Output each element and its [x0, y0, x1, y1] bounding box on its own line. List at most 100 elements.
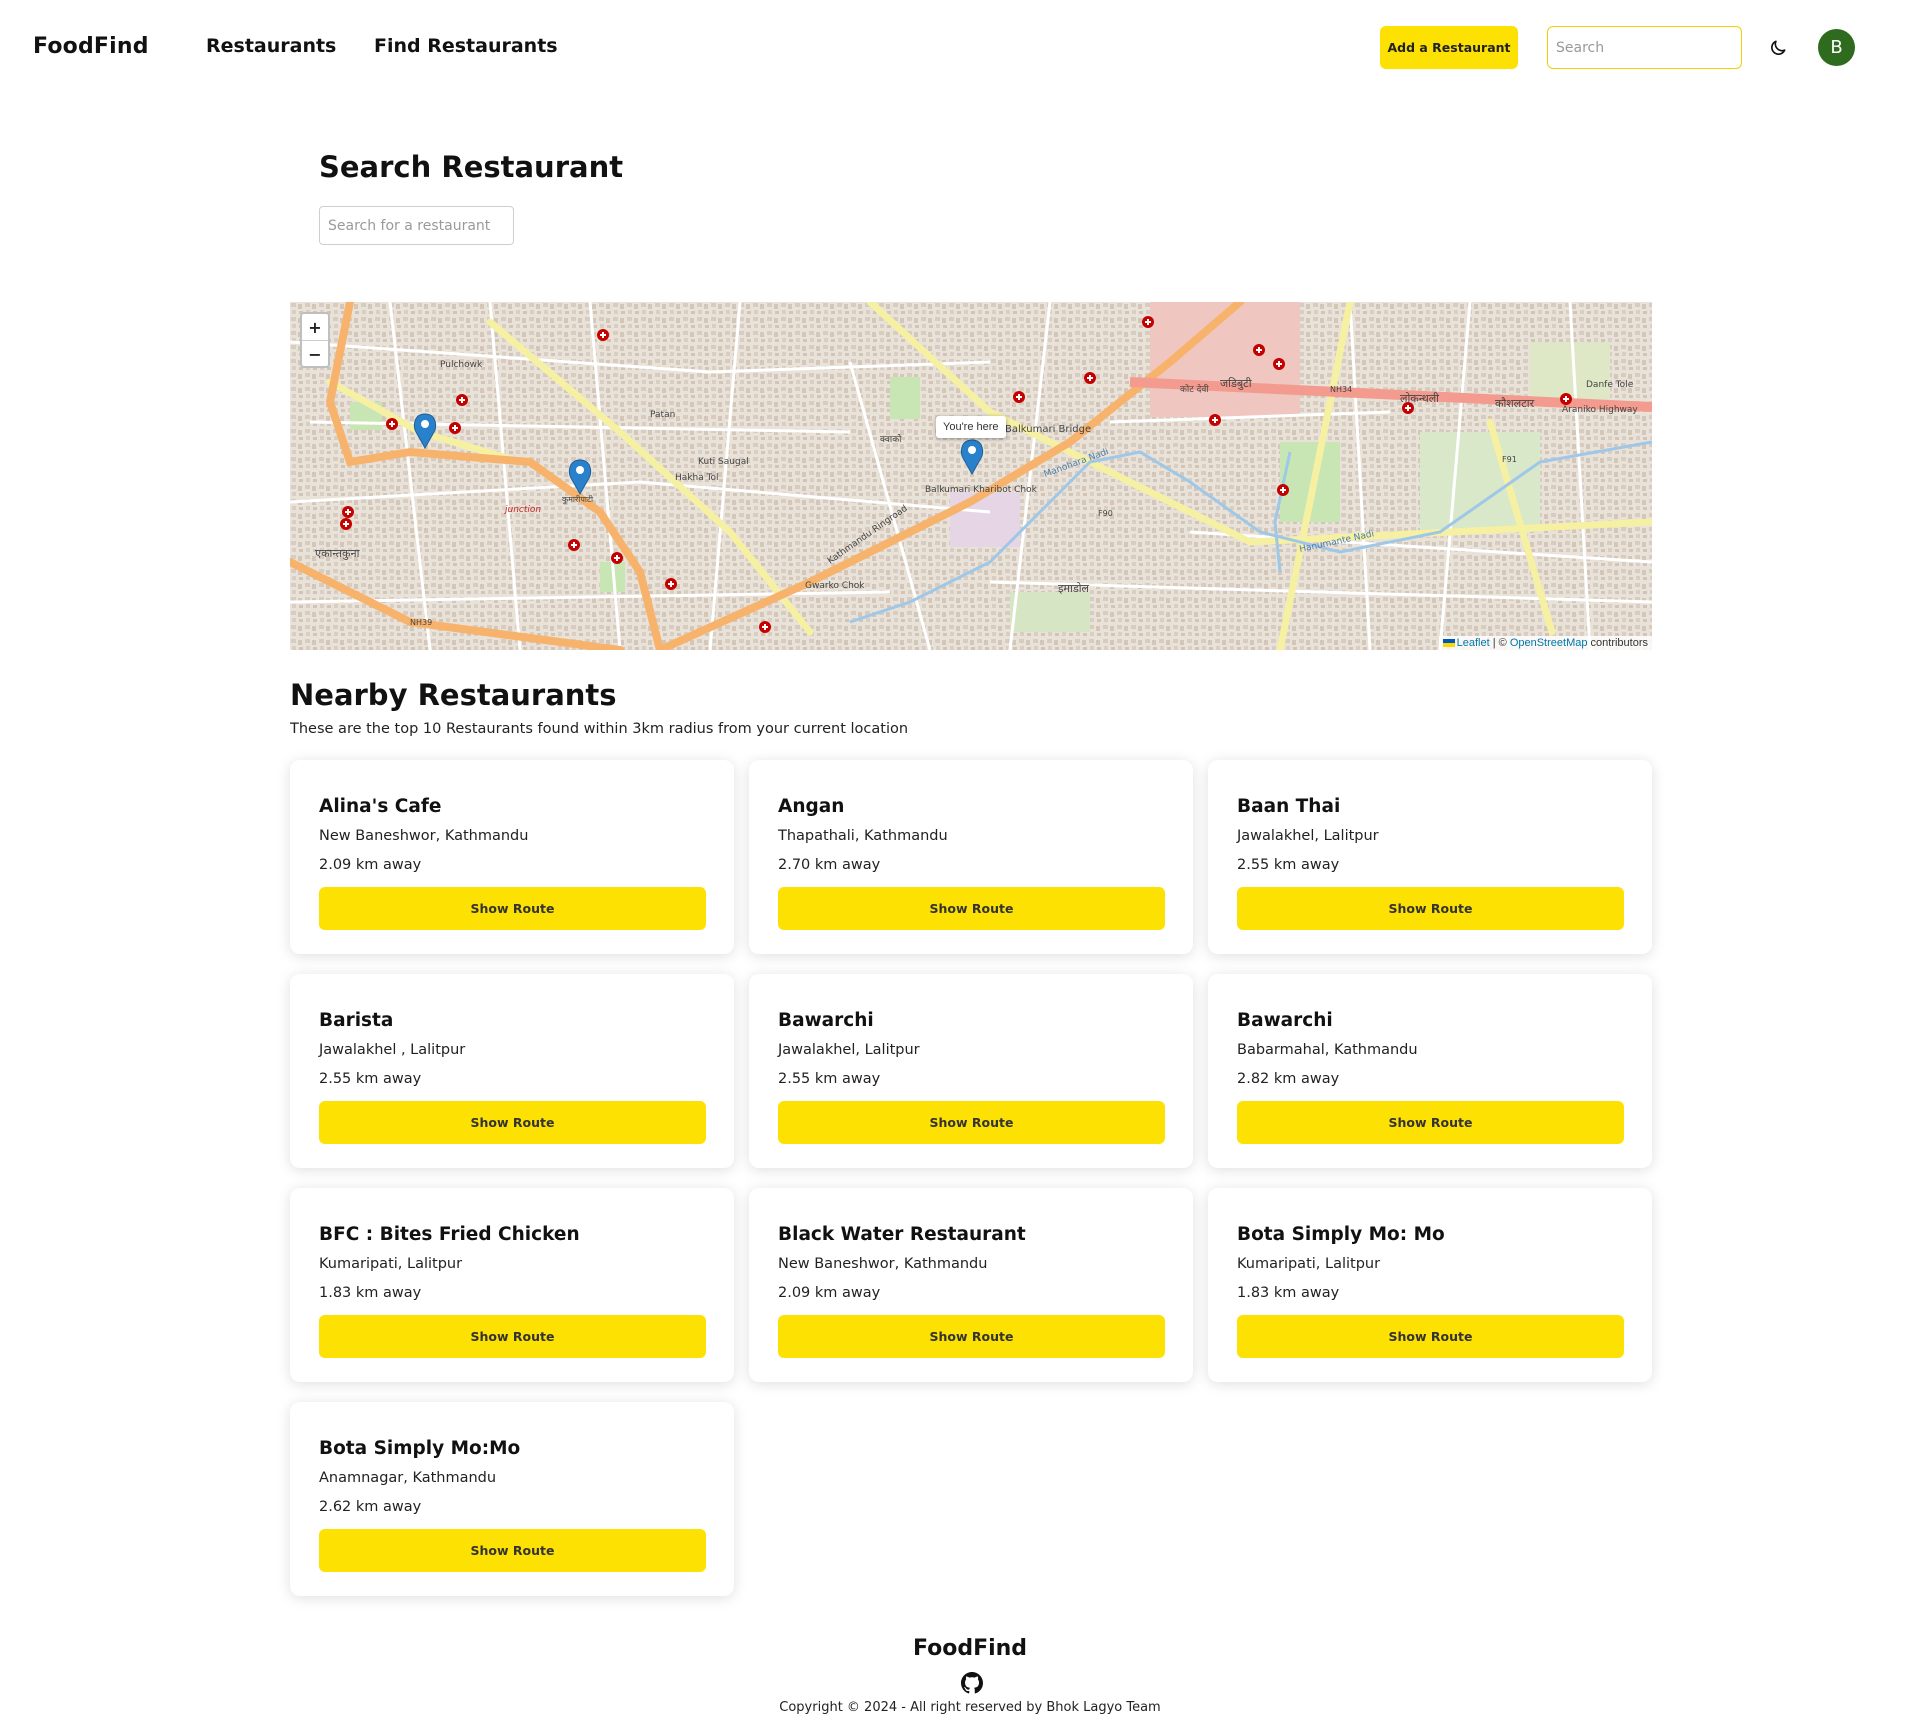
restaurant-name: Baan Thai [1237, 796, 1341, 817]
restaurant-distance: 2.55 km away [778, 1071, 881, 1087]
show-route-button[interactable]: Show Route [778, 1101, 1165, 1144]
restaurant-distance: 2.70 km away [778, 857, 881, 873]
map-label: कुमारीपाटी [562, 494, 594, 505]
map-label: Balkumari Bridge [1005, 424, 1091, 435]
restaurant-distance: 2.62 km away [319, 1499, 422, 1515]
restaurant-address: New Baneshwor, Kathmandu [319, 828, 529, 844]
nav-link-find-restaurants[interactable]: Find Restaurants [374, 35, 558, 57]
restaurant-card: Bawarchi Babarmahal, Kathmandu 2.82 km a… [1208, 974, 1652, 1168]
show-route-button[interactable]: Show Route [778, 887, 1165, 930]
restaurant-card: Barista Jawalakhel , Lalitpur 2.55 km aw… [290, 974, 734, 1168]
map-label: F91 [1502, 455, 1517, 464]
map-label: Kuti Saugal [698, 457, 749, 467]
show-route-button[interactable]: Show Route [1237, 1315, 1624, 1358]
map-label: Danfe Tole [1586, 380, 1634, 390]
map-attribution: Leaflet | © OpenStreetMap contributors [1438, 636, 1652, 650]
restaurant-card: Bawarchi Jawalakhel, Lalitpur 2.55 km aw… [749, 974, 1193, 1168]
map-label: NH39 [410, 618, 432, 627]
restaurant-distance: 1.83 km away [319, 1285, 422, 1301]
map-label: कोट देवी [1180, 383, 1209, 395]
restaurant-name: Angan [778, 796, 845, 817]
avatar[interactable]: B [1818, 29, 1855, 66]
show-route-button[interactable]: Show Route [319, 1529, 706, 1572]
attribution-separator: | © [1489, 637, 1510, 649]
restaurant-card: Black Water Restaurant New Baneshwor, Ka… [749, 1188, 1193, 1382]
map-tiles: Pulchowk Patan Kuti Saugal Hakha Tol Gwa… [290, 302, 1652, 650]
nearby-title: Nearby Restaurants [290, 678, 617, 712]
nearby-subtitle: These are the top 10 Restaurants found w… [290, 721, 909, 737]
restaurant-search-input[interactable] [319, 206, 514, 245]
restaurant-name: Barista [319, 1010, 394, 1031]
map-label: F90 [1098, 509, 1113, 518]
zoom-in-button[interactable]: + [302, 314, 328, 341]
osm-link[interactable]: OpenStreetMap [1510, 637, 1588, 649]
restaurant-distance: 1.83 km away [1237, 1285, 1340, 1301]
map-label: Balkumari Kharibot Chok [925, 485, 1038, 495]
restaurant-address: Kumaripati, Lalitpur [319, 1256, 463, 1272]
map-label: कौशलटार [1495, 397, 1535, 410]
map[interactable]: Pulchowk Patan Kuti Saugal Hakha Tol Gwa… [290, 302, 1652, 650]
map-label: NH34 [1330, 385, 1352, 394]
footer-brand: FoodFind [912, 1636, 1028, 1661]
add-restaurant-button[interactable]: Add a Restaurant [1380, 26, 1518, 69]
restaurant-card: Bota Simply Mo: Mo Kumaripati, Lalitpur … [1208, 1188, 1652, 1382]
restaurant-card: Angan Thapathali, Kathmandu 2.70 km away… [749, 760, 1193, 954]
show-route-button[interactable]: Show Route [319, 887, 706, 930]
attribution-suffix: contributors [1587, 637, 1648, 649]
map-label: जडिबुटी [1220, 377, 1252, 390]
map-label: Hakha Tol [675, 473, 719, 483]
restaurant-name: BFC : Bites Fried Chicken [319, 1224, 580, 1245]
show-route-button[interactable]: Show Route [319, 1315, 706, 1358]
restaurant-name: Alina's Cafe [319, 796, 442, 817]
search-restaurant-title: Search Restaurant [319, 150, 624, 184]
location-popup: You're here [936, 416, 1006, 438]
nav-link-restaurants[interactable]: Restaurants [206, 35, 336, 57]
show-route-button[interactable]: Show Route [778, 1315, 1165, 1358]
map-label: इमाडोल [1058, 582, 1090, 595]
show-route-button[interactable]: Show Route [1237, 1101, 1624, 1144]
zoom-out-button[interactable]: − [302, 341, 328, 367]
restaurant-address: Anamnagar, Kathmandu [319, 1470, 497, 1486]
restaurant-name: Bota Simply Mo: Mo [1237, 1224, 1445, 1245]
restaurant-name: Bawarchi [1237, 1010, 1333, 1031]
map-label: junction [503, 505, 541, 515]
map-label: Gwarko Chok [805, 581, 865, 591]
map-label: एकान्तकुना [315, 547, 360, 560]
restaurant-address: Jawalakhel, Lalitpur [1237, 828, 1379, 844]
restaurant-name: Black Water Restaurant [778, 1224, 1026, 1245]
restaurant-address: Jawalakhel , Lalitpur [319, 1042, 466, 1058]
restaurant-distance: 2.09 km away [778, 1285, 881, 1301]
map-label: लोकन्थली [1400, 392, 1439, 405]
restaurant-card: BFC : Bites Fried Chicken Kumaripati, La… [290, 1188, 734, 1382]
restaurant-card: Bota Simply Mo:Mo Anamnagar, Kathmandu 2… [290, 1402, 734, 1596]
navbar-search-input[interactable] [1547, 26, 1742, 69]
restaurant-distance: 2.09 km away [319, 857, 422, 873]
restaurant-address: Kumaripati, Lalitpur [1237, 1256, 1381, 1272]
map-label: Patan [650, 410, 675, 420]
restaurant-address: Babarmahal, Kathmandu [1237, 1042, 1418, 1058]
leaflet-link[interactable]: Leaflet [1457, 637, 1490, 649]
restaurant-distance: 2.82 km away [1237, 1071, 1340, 1087]
restaurant-card: Alina's Cafe New Baneshwor, Kathmandu 2.… [290, 760, 734, 954]
brand-logo[interactable]: FoodFind [33, 34, 149, 59]
restaurant-distance: 2.55 km away [319, 1071, 422, 1087]
restaurant-distance: 2.55 km away [1237, 857, 1340, 873]
restaurant-address: Thapathali, Kathmandu [778, 828, 948, 844]
map-label: Pulchowk [440, 360, 483, 370]
restaurant-address: New Baneshwor, Kathmandu [778, 1256, 988, 1272]
restaurant-name: Bawarchi [778, 1010, 874, 1031]
show-route-button[interactable]: Show Route [319, 1101, 706, 1144]
moon-icon[interactable] [1768, 38, 1788, 58]
copyright-text: Copyright © 2024 - All right reserved by… [779, 1700, 1161, 1715]
map-label: क्वाकोे [880, 433, 902, 445]
hospital-area [950, 492, 1020, 547]
ukraine-flag-icon [1442, 639, 1455, 648]
show-route-button[interactable]: Show Route [1237, 887, 1624, 930]
github-icon[interactable] [961, 1672, 983, 1694]
restaurant-card: Baan Thai Jawalakhel, Lalitpur 2.55 km a… [1208, 760, 1652, 954]
map-label: Araniko Highway [1562, 405, 1638, 415]
restaurant-address: Jawalakhel, Lalitpur [778, 1042, 920, 1058]
navbar: FoodFind Restaurants Find Restaurants Ad… [0, 0, 1920, 95]
restaurant-name: Bota Simply Mo:Mo [319, 1438, 521, 1459]
zoom-control: + − [300, 312, 330, 368]
